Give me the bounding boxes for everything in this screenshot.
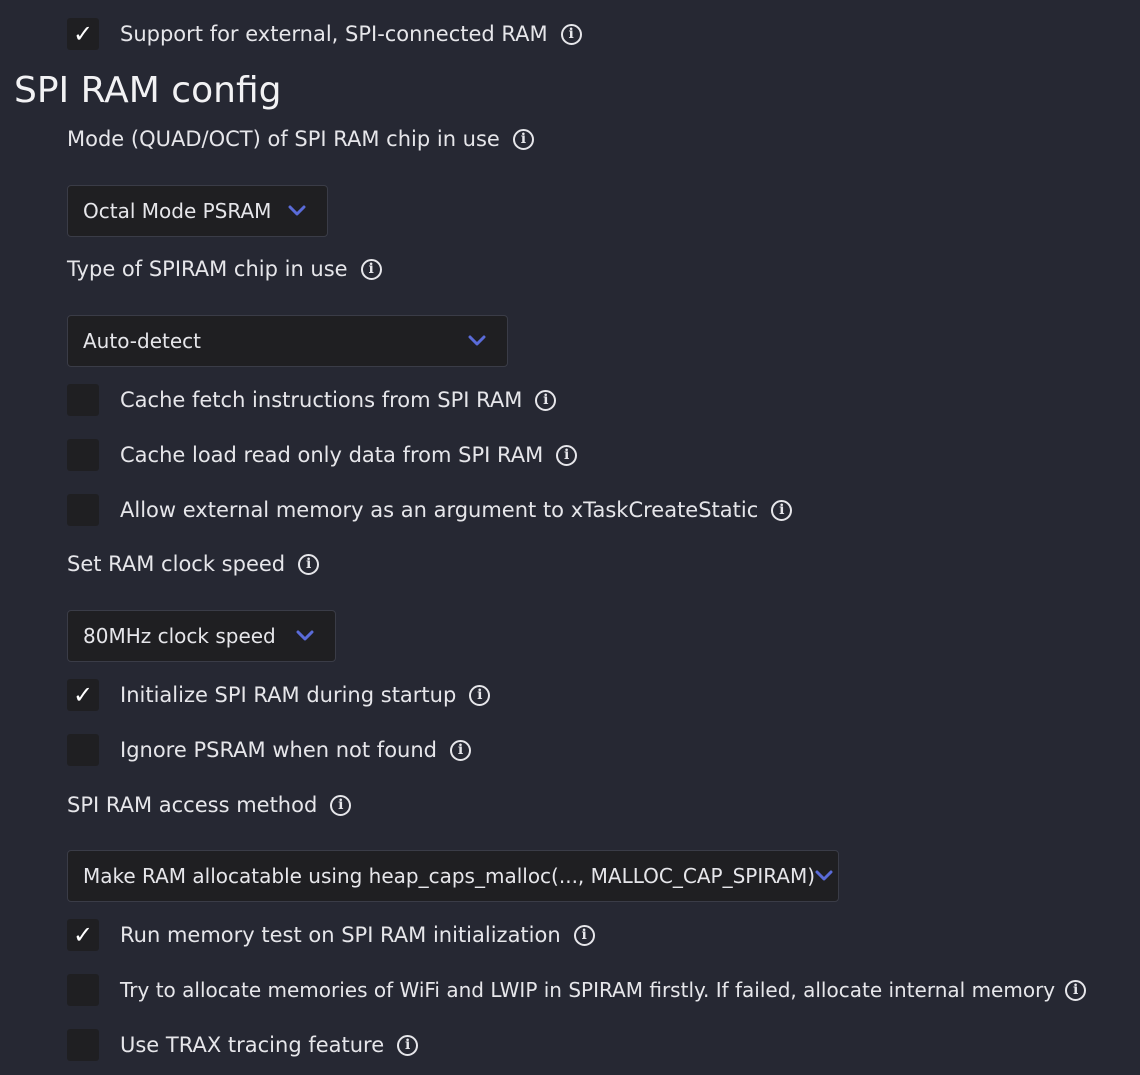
checkmark-icon: ✓ <box>72 921 94 949</box>
info-icon[interactable]: i <box>1065 979 1087 1001</box>
option-label: Support for external, SPI-connected RAM <box>120 22 548 46</box>
info-icon[interactable]: i <box>397 1034 419 1056</box>
chevron-down-icon <box>287 201 307 221</box>
checkmark-icon: ✓ <box>72 681 94 709</box>
option-ignore-psram: Ignore PSRAM when not found i <box>67 734 471 766</box>
mode-select-value: Octal Mode PSRAM <box>83 199 272 223</box>
option-init-startup: ✓ Initialize SPI RAM during startup i <box>67 679 491 711</box>
checkbox-cache-fetch[interactable] <box>67 384 99 416</box>
config-page: ✓ Support for external, SPI-connected RA… <box>0 0 1140 1075</box>
info-icon[interactable]: i <box>330 794 352 816</box>
clock-speed-select[interactable]: 80MHz clock speed <box>67 610 336 662</box>
info-icon[interactable]: i <box>469 684 491 706</box>
chip-type-select-value: Auto-detect <box>83 329 202 353</box>
mode-label: Mode (QUAD/OCT) of SPI RAM chip in use <box>67 127 500 151</box>
chip-type-label: Type of SPIRAM chip in use <box>67 257 348 281</box>
checkbox-cache-rodata[interactable] <box>67 439 99 471</box>
checkbox-memtest[interactable]: ✓ <box>67 919 99 951</box>
option-label: Initialize SPI RAM during startup <box>120 683 457 707</box>
section-title: SPI RAM config <box>14 70 282 111</box>
checkbox-allow-external[interactable] <box>67 494 99 526</box>
checkbox-wifi-lwip-spiram[interactable] <box>67 974 99 1006</box>
info-icon[interactable]: i <box>535 389 557 411</box>
info-icon[interactable]: i <box>573 924 595 946</box>
option-label: Allow external memory as an argument to … <box>120 498 759 522</box>
chevron-down-icon <box>467 331 487 351</box>
info-icon[interactable]: i <box>450 739 471 761</box>
option-wifi-lwip-spiram: Try to allocate memories of WiFi and LWI… <box>67 974 1087 1006</box>
option-label: Run memory test on SPI RAM initializatio… <box>120 923 561 947</box>
checkmark-icon: ✓ <box>72 20 94 48</box>
info-icon[interactable]: i <box>560 23 582 45</box>
option-cache-fetch: Cache fetch instructions from SPI RAM i <box>67 384 557 416</box>
info-icon[interactable]: i <box>298 553 320 575</box>
option-label: Use TRAX tracing feature <box>120 1033 385 1057</box>
checkbox-ignore-psram[interactable] <box>67 734 99 766</box>
option-trax: Use TRAX tracing feature i <box>67 1029 419 1061</box>
option-allow-external: Allow external memory as an argument to … <box>67 494 793 526</box>
info-icon[interactable]: i <box>556 444 578 466</box>
access-method-label-row: SPI RAM access method i <box>67 789 352 821</box>
info-icon[interactable]: i <box>512 128 534 150</box>
option-label: Try to allocate memories of WiFi and LWI… <box>120 978 1056 1002</box>
checkbox-support-external-ram[interactable]: ✓ <box>67 18 99 50</box>
chevron-down-icon <box>295 626 315 646</box>
option-support-external-ram: ✓ Support for external, SPI-connected RA… <box>67 18 582 50</box>
option-label: Ignore PSRAM when not found <box>120 738 437 762</box>
option-label: Cache load read only data from SPI RAM <box>120 443 544 467</box>
mode-select[interactable]: Octal Mode PSRAM <box>67 185 328 237</box>
checkbox-trax[interactable] <box>67 1029 99 1061</box>
clock-speed-label: Set RAM clock speed <box>67 552 286 576</box>
clock-speed-select-value: 80MHz clock speed <box>83 624 276 648</box>
info-icon[interactable]: i <box>771 499 793 521</box>
mode-label-row: Mode (QUAD/OCT) of SPI RAM chip in use i <box>67 123 534 155</box>
access-method-select-value: Make RAM allocatable using heap_caps_mal… <box>83 864 816 888</box>
option-memtest: ✓ Run memory test on SPI RAM initializat… <box>67 919 595 951</box>
checkbox-init-startup[interactable]: ✓ <box>67 679 99 711</box>
option-cache-rodata: Cache load read only data from SPI RAM i <box>67 439 578 471</box>
chip-type-select[interactable]: Auto-detect <box>67 315 508 367</box>
access-method-label: SPI RAM access method <box>67 793 318 817</box>
clock-speed-label-row: Set RAM clock speed i <box>67 548 320 580</box>
access-method-select[interactable]: Make RAM allocatable using heap_caps_mal… <box>67 850 839 902</box>
chevron-down-icon <box>815 866 833 886</box>
chip-type-label-row: Type of SPIRAM chip in use i <box>67 253 382 285</box>
info-icon[interactable]: i <box>360 258 382 280</box>
option-label: Cache fetch instructions from SPI RAM <box>120 388 523 412</box>
